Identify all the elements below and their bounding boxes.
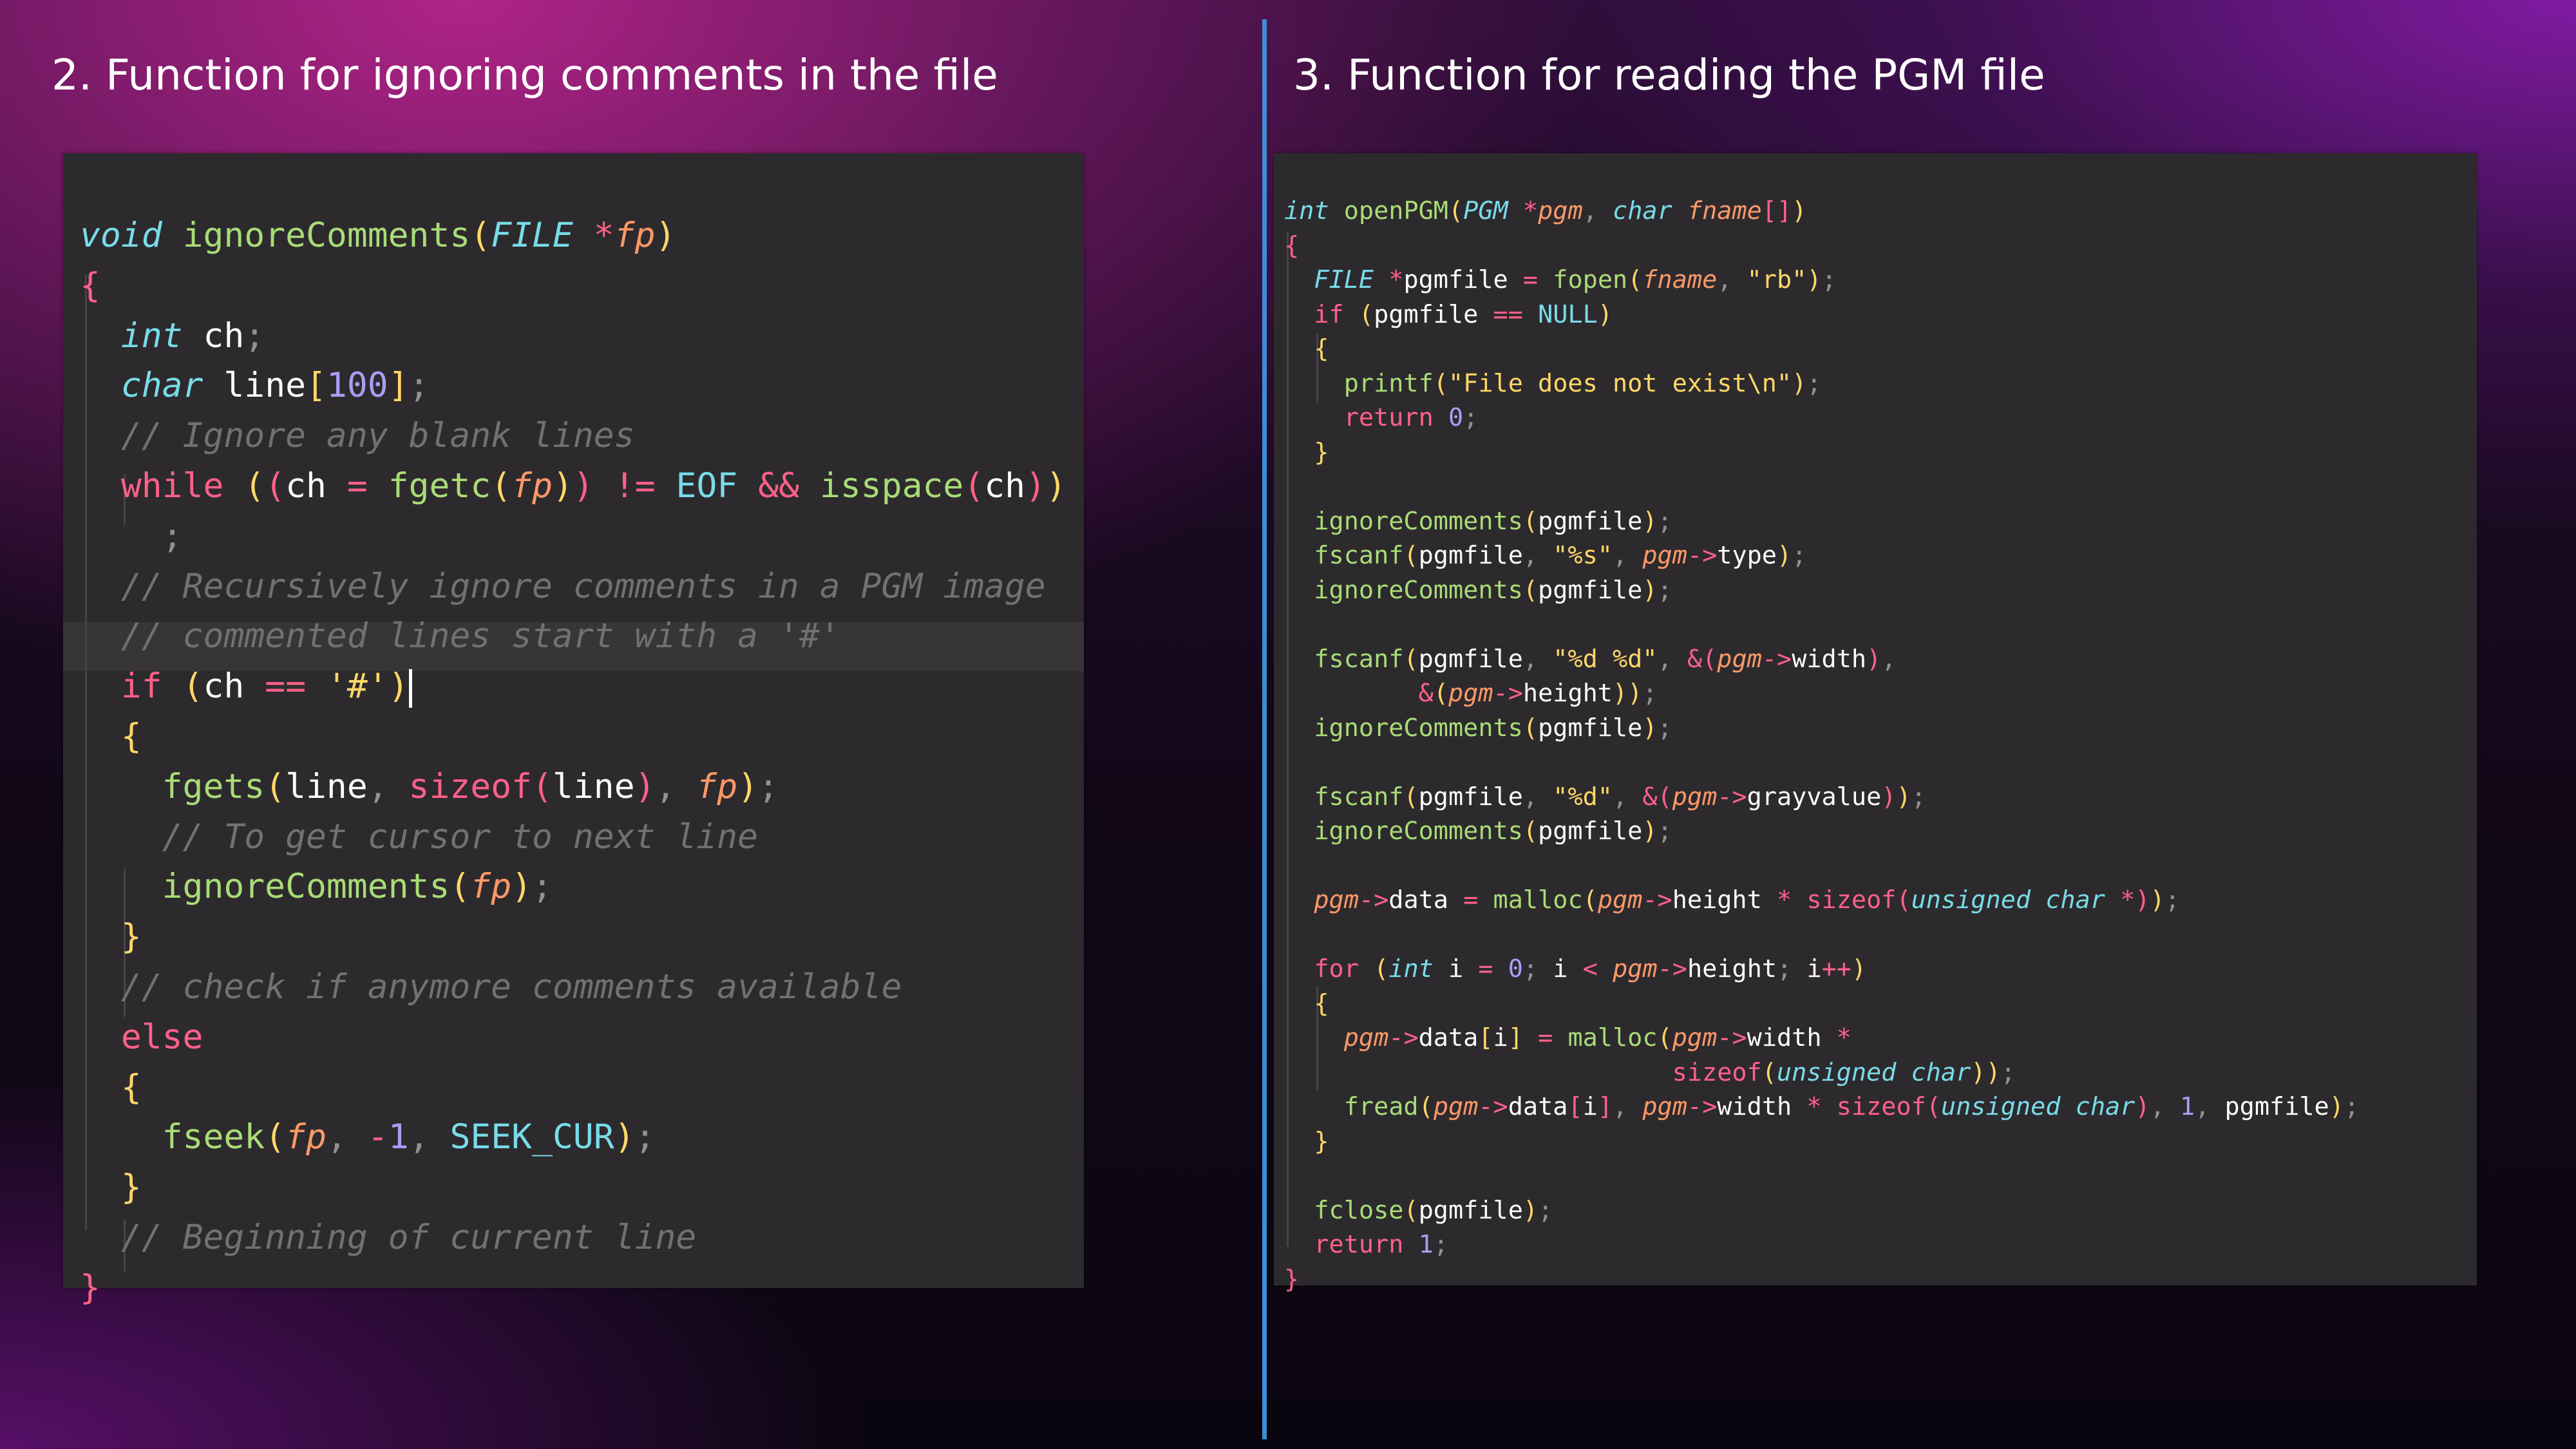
- code-line: }: [80, 1267, 100, 1307]
- code-line: else: [120, 1017, 204, 1057]
- code-line: {: [120, 716, 142, 756]
- text-cursor: [408, 668, 412, 708]
- code-line: ignoreComments(pgmfile);: [1314, 817, 1672, 846]
- code-line: char line[100];: [120, 366, 430, 406]
- code-line: if (pgmfile == NULL): [1314, 299, 1613, 329]
- code-line: {: [1284, 231, 1300, 260]
- code-line: }: [1314, 437, 1329, 467]
- code-line: // check if anymore comments available: [120, 967, 902, 1007]
- code-line: fseek(fp, -1, SEEK_CUR);: [162, 1117, 656, 1157]
- code-line: ignoreComments(pgmfile);: [1314, 713, 1672, 743]
- code-line: ignoreComments(fp);: [162, 867, 553, 907]
- code-line: fscanf(pgmfile, "%d %d", &(pgm->width),: [1314, 644, 1897, 674]
- code-line: }: [1314, 1126, 1329, 1156]
- code-line: ignoreComments(pgmfile);: [1314, 575, 1672, 605]
- code-line: pgm->data = malloc(pgm->height * sizeof(…: [1314, 886, 2180, 914]
- code-line: }: [120, 917, 142, 957]
- code-line: fscanf(pgmfile, "%d", &(pgm->grayvalue))…: [1314, 782, 1926, 811]
- code-line: {: [1314, 989, 1329, 1018]
- code-line: int ch;: [120, 316, 265, 355]
- code-line: {: [80, 265, 100, 305]
- right-section-title: 3. Function for reading the PGM file: [1293, 50, 2045, 100]
- code-line: int openPGM(PGM *pgm, char fname[]): [1284, 196, 1807, 225]
- code-line: pgm->data[i] = malloc(pgm->width *: [1343, 1023, 1852, 1052]
- code-line: ;: [162, 516, 183, 556]
- code-line: fgets(line, sizeof(line), fp);: [162, 766, 779, 806]
- left-code-block: void ignoreComments(FILE *fp) { int ch; c…: [80, 171, 1066, 1392]
- code-line-with-cursor[interactable]: if (ch == '#'): [80, 661, 1066, 712]
- code-line: {: [1314, 334, 1329, 363]
- open-pgm-code-panel: int openPGM(PGM *pgm, char fname[]) { FIL…: [1274, 153, 2477, 1294]
- code-line: fread(pgm->data[i], pgm->width * sizeof(…: [1343, 1092, 2360, 1121]
- code-line: // To get cursor to next line: [162, 817, 758, 857]
- code-line: // commented lines start with a '#': [120, 616, 840, 656]
- code-line: }: [1284, 1264, 1300, 1294]
- code-line: fscanf(pgmfile, "%s", pgm->type);: [1314, 541, 1807, 570]
- ignore-comments-code-panel: void ignoreComments(FILE *fp) { int ch; c…: [63, 153, 1084, 1307]
- code-line: return 1;: [1314, 1230, 1448, 1259]
- code-line: }: [120, 1168, 142, 1208]
- code-line: return 0;: [1343, 403, 1479, 432]
- vertical-divider: [1262, 19, 1267, 1439]
- code-line: void ignoreComments(FILE *fp): [80, 216, 676, 255]
- code-line: // Recursively ignore comments in a PGM …: [120, 566, 1046, 606]
- code-line: &(pgm->height));: [1418, 679, 1658, 708]
- left-section-title: 2. Function for ignoring comments in the…: [52, 50, 998, 100]
- code-line: sizeof(unsigned char));: [1672, 1057, 2016, 1087]
- code-line: ignoreComments(pgmfile);: [1314, 506, 1672, 536]
- right-code-block: int openPGM(PGM *pgm, char fname[]) { FIL…: [1284, 165, 2359, 1354]
- code-line: for (int i = 0; i < pgm->height; i++): [1314, 954, 1867, 983]
- code-line: {: [120, 1067, 142, 1107]
- code-line: FILE *pgmfile = fopen(fname, "rb");: [1314, 265, 1837, 294]
- code-line: while ((ch = fgetc(fp)) != EOF && isspac…: [120, 466, 1066, 506]
- code-line: printf("File does not exist\n");: [1343, 368, 1822, 398]
- code-line: // Beginning of current line: [120, 1217, 697, 1257]
- code-line: fclose(pgmfile);: [1314, 1195, 1553, 1225]
- code-line: // Ignore any blank lines: [120, 416, 635, 456]
